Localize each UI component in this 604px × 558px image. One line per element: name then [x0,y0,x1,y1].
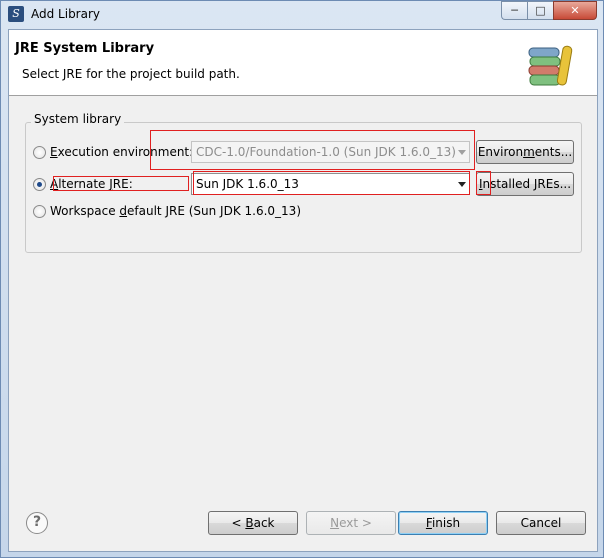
finish-button[interactable]: Finish [398,511,488,535]
installed-jres-button[interactable]: Installed JREs... [476,172,574,196]
help-icon[interactable]: ? [26,512,48,534]
page-title: JRE System Library [15,41,155,56]
add-library-dialog: S Add Library ─ □ ✕ JRE System Library S… [0,0,604,558]
alternate-jre-radio[interactable] [33,177,46,191]
alternate-jre-value: Sun JDK 1.6.0_13 [196,177,299,191]
workspace-default-label: Workspace default JRE (Sun JDK 1.6.0_13) [50,204,301,218]
library-books-icon [528,45,573,86]
window-title: Add Library [31,7,101,21]
minimize-button[interactable]: ─ [501,1,527,20]
next-button[interactable]: Next > [306,511,396,535]
eclipse-app-icon: S [8,6,24,22]
alternate-jre-dropdown[interactable]: Sun JDK 1.6.0_13 [191,173,470,195]
maximize-button[interactable]: □ [527,1,553,20]
alternate-jre-option[interactable]: Alternate JRE: [33,174,133,194]
system-library-label: System library [31,112,125,126]
execution-environment-label: Execution environment: [50,145,194,159]
environments-button[interactable]: Environments... [476,140,574,164]
execution-environment-radio[interactable] [33,145,46,159]
workspace-default-option[interactable]: Workspace default JRE (Sun JDK 1.6.0_13) [33,201,301,221]
title-bar[interactable]: S Add Library ─ □ ✕ [1,1,603,29]
close-button[interactable]: ✕ [553,1,597,20]
execution-environment-value: CDC-1.0/Foundation-1.0 (Sun JDK 1.6.0_13… [196,145,456,159]
cancel-button[interactable]: Cancel [496,511,586,535]
chevron-down-icon [458,182,466,187]
workspace-default-radio[interactable] [33,204,46,218]
dialog-client-area: JRE System Library Select JRE for the pr… [8,29,598,552]
chevron-down-icon [458,150,466,155]
page-description: Select JRE for the project build path. [22,67,240,81]
execution-environment-option[interactable]: Execution environment: [33,142,193,162]
wizard-header: JRE System Library Select JRE for the pr… [9,30,597,96]
execution-environment-dropdown[interactable]: CDC-1.0/Foundation-1.0 (Sun JDK 1.6.0_13… [191,141,470,163]
back-button[interactable]: < Back [208,511,298,535]
window-controls: ─ □ ✕ [501,1,597,21]
alternate-jre-label: Alternate JRE: [50,177,133,191]
